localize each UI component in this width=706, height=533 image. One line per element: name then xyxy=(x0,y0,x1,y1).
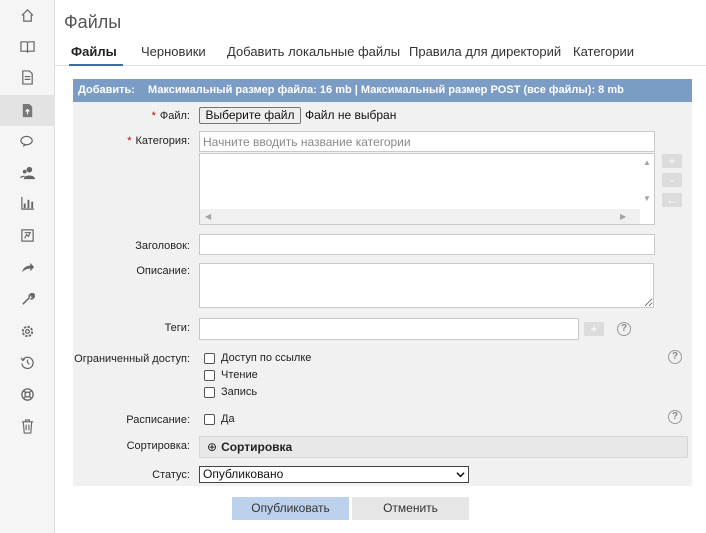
schedule-help-icon[interactable]: ? xyxy=(668,410,682,424)
file-label-text: Файл: xyxy=(159,110,190,122)
schedule-label: Расписание: xyxy=(126,414,190,426)
scroll-up-arrow-icon[interactable]: ▲ xyxy=(643,158,651,167)
scroll-left-arrow-icon[interactable]: ◀ xyxy=(205,212,211,221)
scroll-right-arrow-icon[interactable]: ▶ xyxy=(620,212,626,221)
tab-bar: Файлы Черновики Добавить локальные файлы… xyxy=(55,44,706,66)
tab-directory-rules[interactable]: Правила для директорий xyxy=(409,44,561,59)
settings-icon[interactable] xyxy=(0,316,55,347)
category-search-input[interactable] xyxy=(199,131,655,152)
access-help-icon[interactable]: ? xyxy=(668,350,682,364)
tools-icon[interactable] xyxy=(0,284,55,315)
category-list-vscroll[interactable]: ▲ ▼ xyxy=(639,154,654,210)
read-checkbox[interactable] xyxy=(204,369,215,381)
remove-category-button[interactable]: - xyxy=(662,173,682,187)
status-select[interactable]: Опубликовано xyxy=(199,466,469,483)
schedule-checkbox[interactable] xyxy=(204,413,215,425)
sorting-section-toggle[interactable]: ⊕ Сортировка xyxy=(199,436,688,458)
heading-input[interactable] xyxy=(199,234,655,255)
status-label: Статус: xyxy=(152,469,190,481)
schedule-option[interactable]: Да xyxy=(204,413,235,425)
active-tab-indicator xyxy=(69,64,123,66)
tags-input[interactable] xyxy=(199,318,579,340)
history-icon[interactable] xyxy=(0,347,55,378)
comments-icon[interactable] xyxy=(0,126,55,157)
required-marker: * xyxy=(151,110,156,122)
tab-drafts[interactable]: Черновики xyxy=(141,44,206,59)
access-by-link-checkbox[interactable] xyxy=(204,352,215,364)
chart-icon[interactable] xyxy=(0,188,55,219)
form-header: Добавить: Максимальный размер файла: 16 … xyxy=(73,79,692,102)
share-icon[interactable] xyxy=(0,252,55,283)
sorting-label: Сортировка: xyxy=(126,440,190,452)
restricted-access-label: Ограниченный доступ: xyxy=(74,353,190,365)
users-icon[interactable] xyxy=(0,157,55,188)
page-title: Файлы xyxy=(64,12,122,32)
category-list-hscroll[interactable]: ◀ ▶ xyxy=(200,209,640,224)
tab-categories[interactable]: Категории xyxy=(573,44,634,59)
write-label: Запись xyxy=(221,386,258,398)
description-textarea[interactable] xyxy=(199,263,654,308)
tab-add-local-files[interactable]: Добавить локальные файлы xyxy=(227,44,400,59)
write-checkbox[interactable] xyxy=(204,386,215,398)
read-option[interactable]: Чтение xyxy=(204,369,258,381)
heading-label: Заголовок: xyxy=(135,240,190,252)
file-upload-icon[interactable] xyxy=(0,95,55,126)
document-icon[interactable] xyxy=(0,62,55,93)
add-category-button[interactable]: + xyxy=(662,154,682,168)
cancel-button[interactable]: Отменить xyxy=(352,497,469,520)
newsletter-icon[interactable] xyxy=(0,220,55,251)
trash-icon[interactable] xyxy=(0,411,55,442)
file-label: * Файл: xyxy=(73,110,190,122)
choose-file-button[interactable]: Выберите файл xyxy=(199,107,301,124)
help-lifebuoy-icon[interactable] xyxy=(0,379,55,410)
clear-category-button[interactable]: ← xyxy=(662,193,682,207)
file-status-text: Файл не выбран xyxy=(305,108,397,122)
description-label: Описание: xyxy=(136,265,190,277)
expand-plus-icon: ⊕ xyxy=(207,440,218,454)
sidebar xyxy=(0,0,55,533)
publish-button[interactable]: Опубликовать xyxy=(232,497,349,520)
read-label: Чтение xyxy=(221,369,258,381)
write-option[interactable]: Запись xyxy=(204,386,257,398)
sorting-section-title: Сортировка xyxy=(221,440,293,454)
home-icon[interactable] xyxy=(0,0,55,31)
status-selected-value: Опубликовано xyxy=(203,467,284,481)
upload-limits-info: Максимальный размер файла: 16 mb | Макси… xyxy=(148,84,624,96)
schedule-option-label: Да xyxy=(221,413,235,425)
chevron-down-icon xyxy=(456,472,465,478)
access-by-link-option[interactable]: Доступ по ссылке xyxy=(204,352,311,364)
tags-help-icon[interactable]: ? xyxy=(617,322,631,336)
scroll-down-arrow-icon[interactable]: ▼ xyxy=(643,194,651,203)
tags-label: Теги: xyxy=(164,322,190,334)
category-label: * Категория: xyxy=(73,135,190,147)
required-marker: * xyxy=(127,135,132,147)
category-label-text: Категория: xyxy=(135,135,190,147)
category-list[interactable]: ▲ ▼ ◀ ▶ xyxy=(199,153,655,225)
add-tag-button[interactable]: + xyxy=(584,322,604,336)
form-header-label: Добавить: xyxy=(78,84,135,96)
tab-files[interactable]: Файлы xyxy=(71,44,117,59)
book-icon[interactable] xyxy=(0,31,55,62)
access-by-link-label: Доступ по ссылке xyxy=(221,352,312,364)
